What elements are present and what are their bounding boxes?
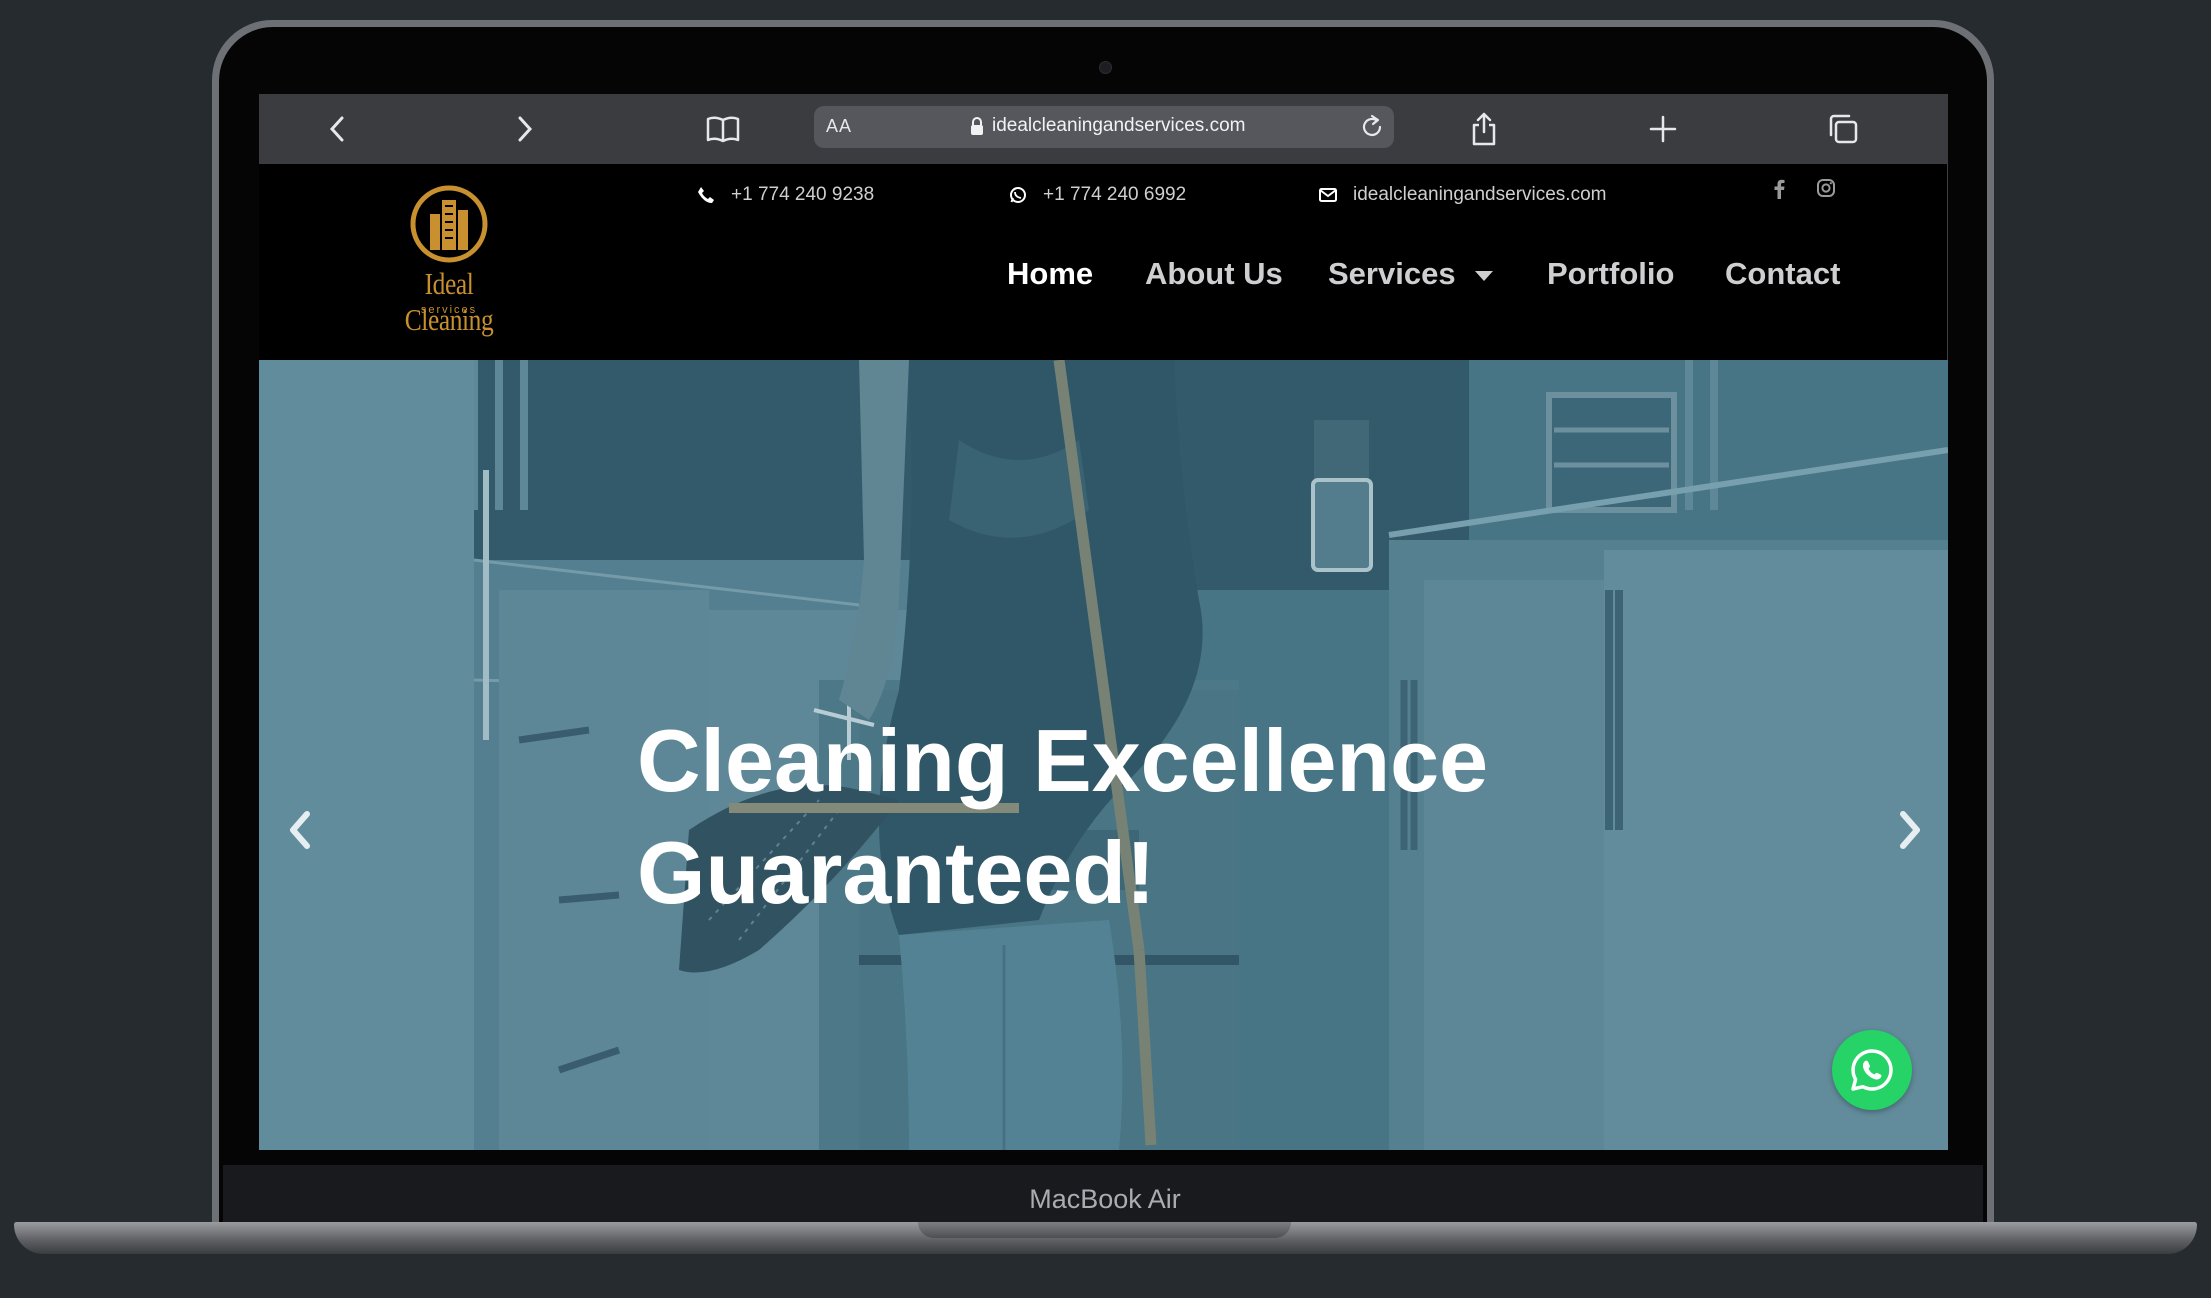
facebook-icon[interactable] — [1773, 178, 1785, 200]
nav-item-services-label: Services — [1328, 256, 1456, 291]
nav-item-services[interactable]: Services — [1328, 256, 1494, 292]
site-logo[interactable]: Ideal Cleaning services — [374, 184, 524, 337]
hero-title-line-1: Cleaning Excellence — [637, 711, 1489, 810]
whatsapp-icon — [1851, 1049, 1893, 1091]
email-contact[interactable]: idealcleaningandservices.com — [1319, 180, 1606, 210]
instagram-icon[interactable] — [1816, 178, 1836, 198]
forward-button[interactable] — [505, 110, 543, 148]
url-text: idealcleaningandservices.com — [992, 115, 1246, 136]
text-size-label: AA — [826, 116, 853, 136]
nav-item-contact[interactable]: Contact — [1725, 256, 1840, 292]
envelope-icon — [1319, 188, 1337, 202]
whatsapp-contact[interactable]: +1 774 240 6992 — [1009, 180, 1186, 210]
nav-item-about-us[interactable]: About Us — [1145, 256, 1283, 292]
phone-contact[interactable]: +1 774 240 9238 — [697, 180, 874, 210]
bookmarks-button[interactable] — [704, 110, 742, 148]
share-button[interactable] — [1465, 110, 1503, 148]
screen: AA idealcleaningandservices.com Ideal Cl… — [259, 94, 1948, 1150]
camera — [1099, 61, 1112, 74]
email-address: idealcleaningandservices.com — [1353, 184, 1607, 205]
hero-title: Cleaning Excellence Guaranteed! — [637, 705, 1637, 929]
hero-title-line-2: Guaranteed! — [637, 823, 1156, 922]
device-model-label: MacBook Air — [1029, 1184, 1181, 1214]
whatsapp-icon — [1010, 187, 1026, 203]
share-icon — [1472, 112, 1496, 146]
slider-next-arrow[interactable] — [1891, 800, 1931, 860]
hero-slider: Cleaning Excellence Guaranteed! — [259, 360, 1948, 1150]
nav-item-home[interactable]: Home — [1007, 256, 1093, 292]
site-header: Ideal Cleaning services +1 774 240 9238 … — [259, 164, 1948, 360]
chevron-left-icon — [329, 116, 344, 142]
browser-toolbar: AA idealcleaningandservices.com — [259, 94, 1948, 164]
building-logo-icon — [410, 185, 488, 263]
whatsapp-chat-button[interactable] — [1832, 1030, 1912, 1110]
logo-name: Ideal Cleaning — [404, 266, 494, 337]
lock-icon — [971, 117, 983, 135]
back-button[interactable] — [319, 110, 357, 148]
tabs-icon — [1829, 114, 1858, 144]
new-tab-button[interactable] — [1644, 110, 1682, 148]
phone-icon — [698, 187, 714, 203]
plus-icon — [1649, 115, 1677, 143]
laptop-notch — [918, 1222, 1291, 1238]
nav-item-portfolio[interactable]: Portfolio — [1547, 256, 1674, 292]
chevron-right-icon — [518, 116, 533, 142]
logo-subtitle: services — [420, 304, 478, 316]
caret-down-icon — [1474, 270, 1493, 281]
text-size-button[interactable]: AA — [826, 116, 852, 137]
reload-icon[interactable] — [1359, 114, 1385, 140]
phone-number: +1 774 240 9238 — [731, 184, 875, 205]
slider-prev-arrow[interactable] — [279, 800, 319, 860]
whatsapp-number: +1 774 240 6992 — [1043, 184, 1187, 205]
tabs-button[interactable] — [1824, 110, 1862, 148]
book-icon — [706, 116, 740, 143]
address-bar[interactable]: AA idealcleaningandservices.com — [814, 106, 1394, 148]
